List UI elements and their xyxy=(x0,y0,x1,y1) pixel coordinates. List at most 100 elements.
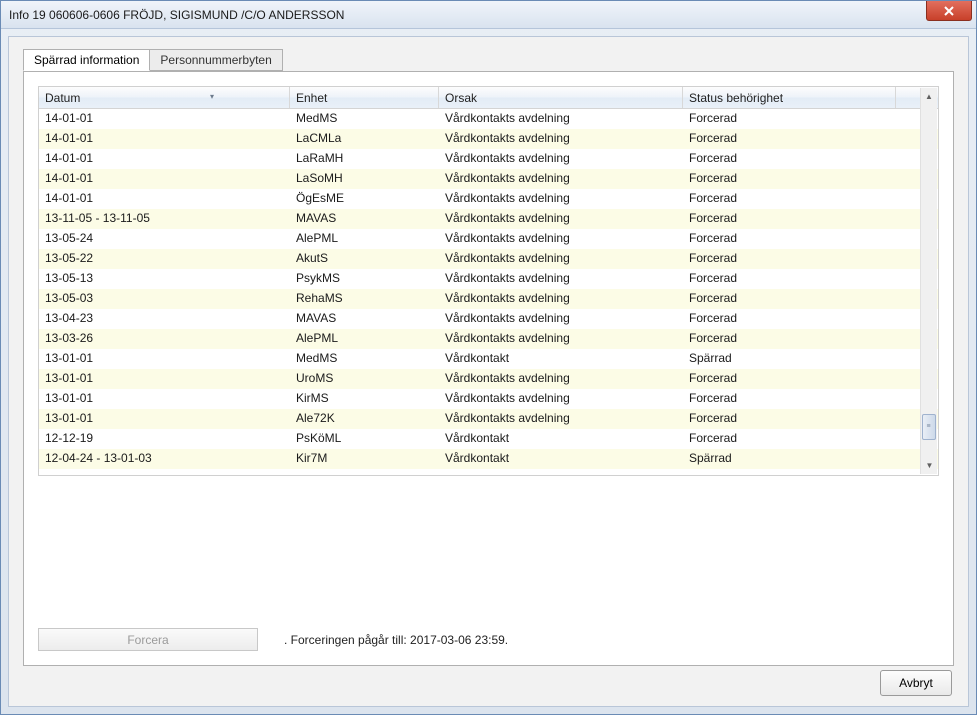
cell-status: Forcerad xyxy=(683,329,896,349)
cell-orsak: Vårdkontakts avdelning xyxy=(439,169,683,189)
cell-datum: 12-04-24 - 13-01-03 xyxy=(39,449,290,469)
scroll-up-arrow-icon[interactable]: ▲ xyxy=(922,88,937,105)
cell-orsak: Vårdkontakts avdelning xyxy=(439,189,683,209)
cell-enhet: MedMS xyxy=(290,349,439,369)
cell-status: Forcerad xyxy=(683,289,896,309)
cell-status: Forcerad xyxy=(683,389,896,409)
cell-orsak: Vårdkontakts avdelning xyxy=(439,289,683,309)
cell-status: Forcerad xyxy=(683,229,896,249)
cell-enhet: KirMS xyxy=(290,389,439,409)
cell-enhet: Kir7M xyxy=(290,449,439,469)
cell-datum: 14-01-01 xyxy=(39,169,290,189)
cell-enhet: LaCMLa xyxy=(290,129,439,149)
cell-orsak: Vårdkontakts avdelning xyxy=(439,269,683,289)
cell-orsak: Vårdkontakts avdelning xyxy=(439,129,683,149)
table-row[interactable]: 13-01-01UroMSVårdkontakts avdelningForce… xyxy=(39,369,938,389)
client-area: Spärrad information Personnummerbyten Da… xyxy=(8,36,969,707)
grid: Datum ▾ Enhet Orsak Status behörighet 14… xyxy=(38,86,939,476)
cell-status: Forcerad xyxy=(683,369,896,389)
table-row[interactable]: 13-01-01KirMSVårdkontakts avdelningForce… xyxy=(39,389,938,409)
titlebar[interactable]: Info 19 060606-0606 FRÖJD, SIGISMUND /C/… xyxy=(1,1,976,29)
table-row[interactable]: 14-01-01ÖgEsMEVårdkontakts avdelningForc… xyxy=(39,189,938,209)
table-row[interactable]: 13-05-03RehaMSVårdkontakts avdelningForc… xyxy=(39,289,938,309)
forcera-button: Forcera xyxy=(38,628,258,651)
cell-enhet: MedMS xyxy=(290,109,439,129)
cell-enhet: PsykMS xyxy=(290,269,439,289)
column-header-orsak[interactable]: Orsak xyxy=(439,87,683,108)
cell-status: Forcerad xyxy=(683,129,896,149)
cell-enhet: AkutS xyxy=(290,249,439,269)
cell-enhet: AlePML xyxy=(290,229,439,249)
cell-datum: 14-01-01 xyxy=(39,189,290,209)
grid-body: 14-01-01MedMSVårdkontakts avdelningForce… xyxy=(39,109,938,475)
window-frame: Info 19 060606-0606 FRÖJD, SIGISMUND /C/… xyxy=(0,0,977,715)
cell-orsak: Vårdkontakts avdelning xyxy=(439,109,683,129)
cell-orsak: Vårdkontakts avdelning xyxy=(439,309,683,329)
cell-datum: 13-01-01 xyxy=(39,349,290,369)
cell-datum: 13-03-26 xyxy=(39,329,290,349)
table-row[interactable]: 13-03-26AlePMLVårdkontakts avdelningForc… xyxy=(39,329,938,349)
cell-status: Spärrad xyxy=(683,349,896,369)
cell-orsak: Vårdkontakts avdelning xyxy=(439,389,683,409)
scrollbar-track[interactable]: ≡ xyxy=(922,106,936,456)
cell-status: Spärrad xyxy=(683,449,896,469)
scroll-down-arrow-icon[interactable]: ▼ xyxy=(922,457,937,474)
table-row[interactable]: 13-11-05 - 13-11-05MAVASVårdkontakts avd… xyxy=(39,209,938,229)
table-row[interactable]: 14-01-01LaCMLaVårdkontakts avdelningForc… xyxy=(39,129,938,149)
column-header-enhet[interactable]: Enhet xyxy=(290,87,439,108)
cell-orsak: Vårdkontakts avdelning xyxy=(439,329,683,349)
cell-datum: 13-05-03 xyxy=(39,289,290,309)
tabpanel-sparrad: Datum ▾ Enhet Orsak Status behörighet 14… xyxy=(23,71,954,666)
cell-datum: 13-05-24 xyxy=(39,229,290,249)
cell-status: Forcerad xyxy=(683,189,896,209)
cell-datum: 12-12-19 xyxy=(39,429,290,449)
cell-datum: 13-05-22 xyxy=(39,249,290,269)
cell-orsak: Vårdkontakt xyxy=(439,429,683,449)
table-row[interactable]: 14-01-01LaRaMHVårdkontakts avdelningForc… xyxy=(39,149,938,169)
table-row[interactable]: 13-05-22AkutSVårdkontakts avdelningForce… xyxy=(39,249,938,269)
table-row[interactable]: 14-01-01MedMSVårdkontakts avdelningForce… xyxy=(39,109,938,129)
cell-datum: 13-01-01 xyxy=(39,369,290,389)
cell-enhet: RehaMS xyxy=(290,289,439,309)
cell-enhet: ÖgEsME xyxy=(290,189,439,209)
cell-orsak: Vårdkontakts avdelning xyxy=(439,369,683,389)
cell-enhet: PsKöML xyxy=(290,429,439,449)
cell-status: Forcerad xyxy=(683,269,896,289)
scrollbar-thumb[interactable]: ≡ xyxy=(922,414,936,440)
cell-enhet: MAVAS xyxy=(290,309,439,329)
cell-status: Forcerad xyxy=(683,429,896,449)
window-title: Info 19 060606-0606 FRÖJD, SIGISMUND /C/… xyxy=(9,8,344,22)
avbryt-button[interactable]: Avbryt xyxy=(880,670,952,696)
table-row[interactable]: 13-01-01MedMSVårdkontaktSpärrad xyxy=(39,349,938,369)
table-row[interactable]: 13-05-13PsykMSVårdkontakts avdelningForc… xyxy=(39,269,938,289)
tab-personnummerbyten[interactable]: Personnummerbyten xyxy=(149,49,282,71)
table-row[interactable]: 12-04-24 - 13-01-03Kir7MVårdkontaktSpärr… xyxy=(39,449,938,469)
cell-datum: 13-05-13 xyxy=(39,269,290,289)
forcering-status-text: . Forceringen pågår till: 2017-03-06 23:… xyxy=(284,633,508,647)
column-header-datum[interactable]: Datum ▾ xyxy=(39,87,290,108)
cell-enhet: UroMS xyxy=(290,369,439,389)
column-header-status[interactable]: Status behörighet xyxy=(683,87,896,108)
cell-datum: 13-11-05 - 13-11-05 xyxy=(39,209,290,229)
close-icon xyxy=(944,6,954,16)
table-row[interactable]: 13-04-23MAVASVårdkontakts avdelningForce… xyxy=(39,309,938,329)
cell-datum: 14-01-01 xyxy=(39,149,290,169)
cell-orsak: Vårdkontakt xyxy=(439,449,683,469)
grid-header: Datum ▾ Enhet Orsak Status behörighet xyxy=(39,87,938,109)
vertical-scrollbar[interactable]: ▲ ≡ ▼ xyxy=(920,88,937,474)
cell-enhet: AlePML xyxy=(290,329,439,349)
cell-enhet: LaRaMH xyxy=(290,149,439,169)
cell-enhet: MAVAS xyxy=(290,209,439,229)
tab-sparrad-information[interactable]: Spärrad information xyxy=(23,49,150,71)
cell-status: Forcerad xyxy=(683,249,896,269)
table-row[interactable]: 14-01-01LaSoMHVårdkontakts avdelningForc… xyxy=(39,169,938,189)
table-row[interactable]: 13-05-24AlePMLVårdkontakts avdelningForc… xyxy=(39,229,938,249)
table-row[interactable]: 12-12-19PsKöMLVårdkontaktForcerad xyxy=(39,429,938,449)
table-row[interactable]: 13-01-01Ale72KVårdkontakts avdelningForc… xyxy=(39,409,938,429)
cell-orsak: Vårdkontakts avdelning xyxy=(439,249,683,269)
tabstrip: Spärrad information Personnummerbyten xyxy=(23,49,954,71)
cell-orsak: Vårdkontakts avdelning xyxy=(439,229,683,249)
cell-orsak: Vårdkontakts avdelning xyxy=(439,409,683,429)
close-button[interactable] xyxy=(926,1,972,21)
cell-orsak: Vårdkontakt xyxy=(439,349,683,369)
